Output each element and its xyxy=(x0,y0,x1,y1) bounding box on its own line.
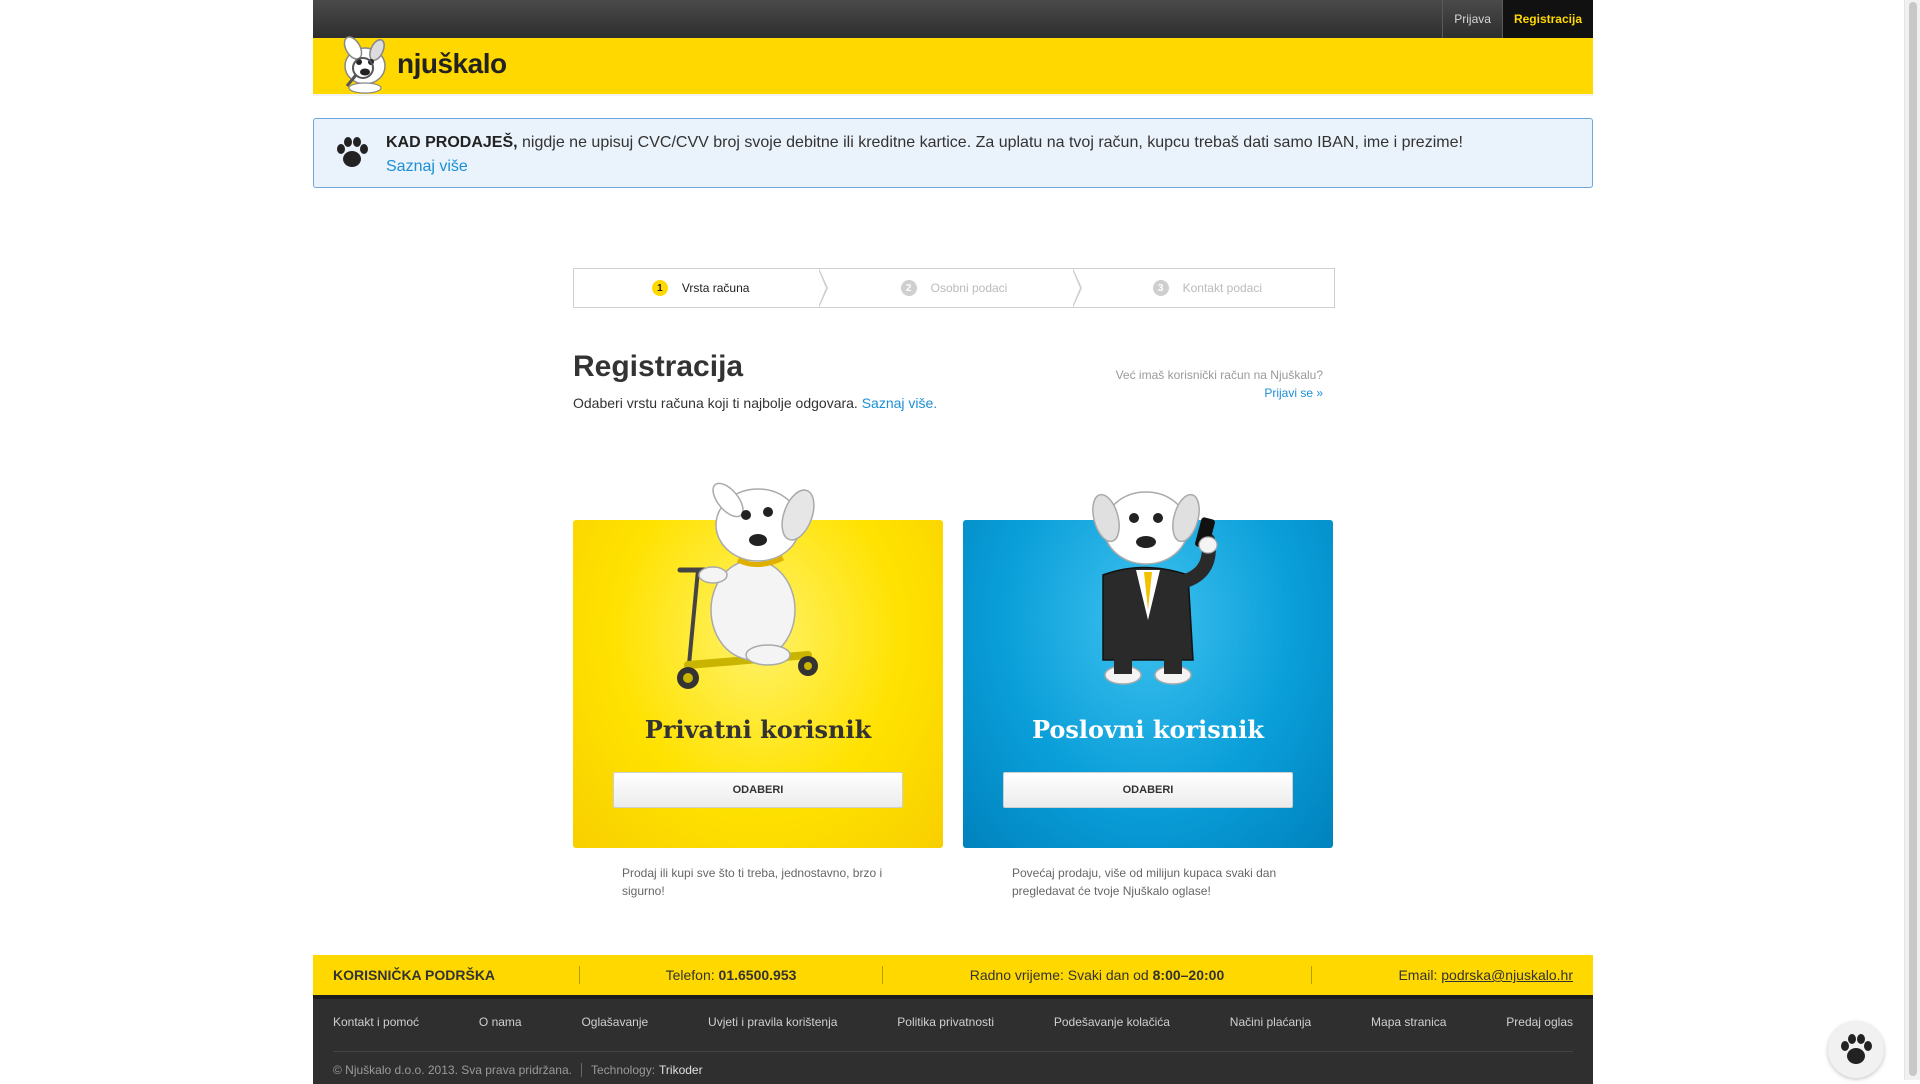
footer-link-about[interactable]: O nama xyxy=(479,1015,522,1029)
notice-bold: KAD PRODAJEŠ, xyxy=(386,134,518,151)
logo[interactable]: njuškalo xyxy=(327,28,507,94)
footer-link-privacy[interactable]: Politika privatnosti xyxy=(897,1015,994,1029)
dog-suit-illustration xyxy=(1092,491,1218,685)
footer: Kontakt i pomoć O nama Oglašavanje Uvjet… xyxy=(313,995,1593,1084)
card-title: Poslovni korisnik xyxy=(1031,715,1265,744)
step-contact-data: 3 Kontakt podaci xyxy=(1071,268,1334,308)
register-link[interactable]: Registracija xyxy=(1501,0,1593,38)
business-card-description: Povećaj prodaju, više od milijun kupaca … xyxy=(1012,866,1277,898)
footer-link-advertising[interactable]: Oglašavanje xyxy=(581,1015,648,1029)
step-label: Vrsta računa xyxy=(681,281,750,295)
registration-steps: 1 Vrsta računa 2 Osobni podaci 3 Kontakt… xyxy=(573,268,1335,308)
support-hours: Radno vrijeme: Svaki dan od 8:00–20:00 xyxy=(883,966,1311,984)
dog-scooter-illustration xyxy=(677,482,818,689)
step-number: 2 xyxy=(900,280,917,296)
notice-body: nigdje ne upisuj CVC/CVV broj svoje debi… xyxy=(517,134,1463,151)
email-label: Email: xyxy=(1398,967,1438,983)
login-hint: Već imaš korisnički račun na Njuškalu? P… xyxy=(1116,366,1323,402)
support-phone: Telefon: 01.6500.953 xyxy=(580,966,882,984)
login-hint-link[interactable]: Prijavi se » xyxy=(1116,384,1323,402)
notice-learn-more-link[interactable]: Saznaj više xyxy=(386,158,468,175)
paw-icon xyxy=(337,137,368,167)
footer-link-post-ad[interactable]: Predaj oglas xyxy=(1506,1015,1573,1029)
page-subtitle: Odaberi vrstu računa koji ti najbolje od… xyxy=(573,395,937,411)
notice-text: KAD PRODAJEŠ, nigdje ne upisuj CVC/CVV b… xyxy=(386,131,1463,179)
login-link[interactable]: Prijava xyxy=(1442,0,1502,38)
copyright-text: © Njuškalo d.o.o. 2013. Sva prava pridrž… xyxy=(333,1063,572,1077)
phone-label: Telefon: xyxy=(665,967,715,983)
page-scrollbar[interactable] xyxy=(1904,0,1920,1080)
footer-link-contact[interactable]: Kontakt i pomoć xyxy=(333,1015,419,1029)
footer-link-sitemap[interactable]: Mapa stranica xyxy=(1371,1015,1446,1029)
hours-value: 8:00–20:00 xyxy=(1152,967,1225,983)
login-hint-text: Već imaš korisnički račun na Njuškalu? xyxy=(1115,368,1323,382)
step-account-type: 1 Vrsta računa xyxy=(574,269,827,307)
page-title: Registracija xyxy=(573,350,744,383)
footer-links: Kontakt i pomoć O nama Oglašavanje Uvjet… xyxy=(333,1015,1573,1029)
paw-icon xyxy=(1841,1034,1872,1064)
select-business-button[interactable]: ODABERI xyxy=(1003,772,1293,808)
step-number: 1 xyxy=(651,280,668,296)
divider xyxy=(580,1063,582,1077)
subtitle-learn-more-link[interactable]: Saznaj više. xyxy=(862,395,937,411)
paw-chat-button[interactable] xyxy=(1828,1022,1884,1078)
step-personal-data: 2 Osobni podaci xyxy=(818,268,1080,308)
footer-link-payment[interactable]: Načini plaćanja xyxy=(1230,1015,1311,1029)
subtitle-text: Odaberi vrstu računa koji ti najbolje od… xyxy=(573,395,858,411)
tech-label: Technology: xyxy=(590,1063,656,1077)
brand-bar: njuškalo xyxy=(313,36,1593,96)
footer-link-cookies[interactable]: Podešavanje kolačića xyxy=(1054,1015,1170,1029)
step-label: Osobni podaci xyxy=(930,281,1008,295)
scrollbar-thumb[interactable] xyxy=(1909,2,1917,1076)
support-title: KORISNIČKA PODRŠKA xyxy=(333,967,496,983)
business-user-card[interactable]: Poslovni korisnik ODABERI xyxy=(963,491,1333,848)
footer-link-terms[interactable]: Uvjeti i pravila korištenja xyxy=(708,1015,837,1029)
brand-name: njuškalo xyxy=(397,48,507,79)
select-private-button[interactable]: ODABERI xyxy=(613,772,903,808)
card-title: Privatni korisnik xyxy=(644,715,872,744)
security-notice: KAD PRODAJEŠ, nigdje ne upisuj CVC/CVV b… xyxy=(313,118,1593,188)
footer-copyright: © Njuškalo d.o.o. 2013. Sva prava pridrž… xyxy=(333,1063,703,1077)
step-number: 3 xyxy=(1152,280,1169,296)
hours-label: Radno vrijeme: Svaki dan od xyxy=(969,967,1149,983)
private-card-description: Prodaj ili kupi sve što ti treba, jednos… xyxy=(622,866,883,898)
phone-number: 01.6500.953 xyxy=(718,967,797,983)
support-email-link[interactable]: podrska@njuskalo.hr xyxy=(1441,967,1573,983)
divider xyxy=(333,1051,1573,1052)
step-label: Kontakt podaci xyxy=(1182,281,1263,295)
tech-link[interactable]: Trikoder xyxy=(659,1063,703,1077)
dog-mascot-icon xyxy=(343,36,386,94)
private-user-card[interactable]: Privatni korisnik ODABERI xyxy=(573,482,943,848)
support-email: Email: podrska@njuskalo.hr xyxy=(1312,966,1593,984)
customer-support-bar: KORISNIČKA PODRŠKA Telefon: 01.6500.953 … xyxy=(313,955,1593,995)
account-links: Prijava Registracija xyxy=(1442,0,1593,38)
